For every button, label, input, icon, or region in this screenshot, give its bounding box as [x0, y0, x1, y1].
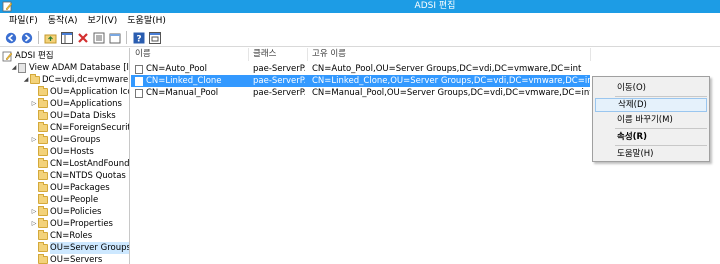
tree-item-selected[interactable]: OU=Server Groups	[30, 242, 129, 254]
tree-root[interactable]: ADSI 편집	[2, 50, 54, 62]
context-menu-rename[interactable]: 이름 바꾸기(M)	[595, 113, 707, 127]
help-icon[interactable]: ?	[132, 31, 145, 44]
tree-item[interactable]: OU=People	[30, 194, 98, 206]
object-icon	[135, 65, 143, 74]
folder-icon	[38, 158, 48, 168]
export-icon[interactable]	[108, 31, 121, 44]
toolbar-separator	[38, 31, 39, 44]
delete-icon[interactable]	[76, 31, 89, 44]
tree-item[interactable]: OU=Packages	[30, 182, 110, 194]
tree-root-label: ADSI 편집	[15, 51, 54, 61]
folder-icon	[38, 218, 48, 228]
tree-item[interactable]: CN=NTDS Quotas	[30, 170, 126, 182]
adsi-edit-icon	[2, 51, 13, 61]
context-menu-help[interactable]: 도움말(H)	[595, 147, 707, 161]
folder-icon	[38, 86, 48, 96]
expand-arrow-icon[interactable]: ▷	[30, 206, 38, 218]
menu-help[interactable]: 도움말(H)	[122, 14, 171, 28]
object-icon	[135, 89, 143, 98]
tree-item[interactable]: CN=Roles	[30, 230, 92, 242]
toolbar-separator	[126, 31, 127, 44]
collapse-arrow-icon[interactable]: ◢	[22, 74, 30, 86]
panel-icon[interactable]	[148, 31, 161, 44]
column-header-name[interactable]: 이름	[131, 48, 249, 61]
column-header-class[interactable]: 클래스	[249, 48, 308, 61]
tree-item[interactable]: ▷ OU=Policies	[30, 206, 101, 218]
back-icon[interactable]	[4, 31, 17, 44]
forward-icon[interactable]	[20, 31, 33, 44]
tree-item[interactable]: ▷ OU=Groups	[30, 134, 100, 146]
database-icon	[18, 63, 26, 73]
tree-node-dc[interactable]: ◢ DC=vdi,dc=vmware,dc=	[22, 74, 129, 86]
folder-icon	[38, 122, 48, 132]
tree-item[interactable]: CN=ForeignSecurityP	[30, 122, 129, 134]
show-hide-tree-icon[interactable]	[60, 31, 73, 44]
expand-arrow-icon[interactable]: ▷	[30, 218, 38, 230]
table-row[interactable]: CN=Auto_Pool pae-ServerP... CN=Auto_Pool…	[131, 63, 591, 75]
tree-item[interactable]: ▷ OU=Properties	[30, 218, 113, 230]
tree-item[interactable]: OU=Servers	[30, 254, 102, 264]
svg-text:?: ?	[136, 34, 141, 44]
title-bar: ADSI 편집	[0, 0, 720, 13]
tree-item[interactable]: ▷ OU=Applications	[30, 98, 122, 110]
folder-icon	[38, 230, 48, 240]
menu-bar: 파일(F) 동작(A) 보기(V) 도움말(H)	[0, 13, 720, 29]
context-menu-move[interactable]: 이동(O)	[595, 81, 707, 95]
menu-separator	[615, 96, 707, 97]
folder-icon	[38, 194, 48, 204]
folder-icon	[38, 254, 48, 264]
table-row-selected[interactable]: CN=Linked_Clone pae-ServerP... CN=Linked…	[131, 75, 590, 87]
window-title: ADSI 편집	[414, 1, 456, 11]
menu-file[interactable]: 파일(F)	[4, 14, 43, 28]
folder-icon	[38, 134, 48, 144]
context-menu-properties[interactable]: 속성(R)	[595, 130, 707, 144]
folder-icon	[38, 146, 48, 156]
properties-icon[interactable]	[92, 31, 105, 44]
folder-icon	[38, 206, 48, 216]
folder-icon	[30, 74, 40, 84]
folder-icon	[38, 182, 48, 192]
tree-item[interactable]: OU=Data Disks	[30, 110, 116, 122]
tree-item[interactable]: OU=Hosts	[30, 146, 94, 158]
expand-arrow-icon[interactable]: ▷	[30, 134, 38, 146]
tree-node-database[interactable]: ◢ View ADAM Database [loca	[10, 62, 129, 74]
collapse-arrow-icon[interactable]: ◢	[10, 62, 18, 74]
folder-icon	[38, 242, 48, 252]
menu-separator	[615, 145, 707, 146]
context-menu-delete[interactable]: 삭제(D)	[595, 98, 707, 112]
folder-icon	[38, 98, 48, 108]
expand-arrow-icon[interactable]: ▷	[30, 98, 38, 110]
menu-view[interactable]: 보기(V)	[83, 14, 123, 28]
tree-pane: ADSI 편집 ◢ View ADAM Database [loca ◢ DC=…	[0, 48, 130, 264]
menu-action[interactable]: 동작(A)	[43, 14, 83, 28]
column-header-dn[interactable]: 고유 이름	[308, 48, 591, 61]
object-icon	[135, 77, 143, 86]
context-menu: 이동(O) 삭제(D) 이름 바꾸기(M) 속성(R) 도움말(H)	[592, 76, 710, 162]
up-folder-icon[interactable]	[44, 31, 57, 44]
menu-separator	[615, 128, 707, 129]
tree-item[interactable]: OU=Application Icon	[30, 86, 129, 98]
folder-icon	[38, 110, 48, 120]
folder-icon	[38, 170, 48, 180]
table-row[interactable]: CN=Manual_Pool pae-ServerP... CN=Manual_…	[131, 87, 591, 99]
tree-item[interactable]: CN=LostAndFound	[30, 158, 129, 170]
toolbar: ?	[0, 29, 720, 47]
